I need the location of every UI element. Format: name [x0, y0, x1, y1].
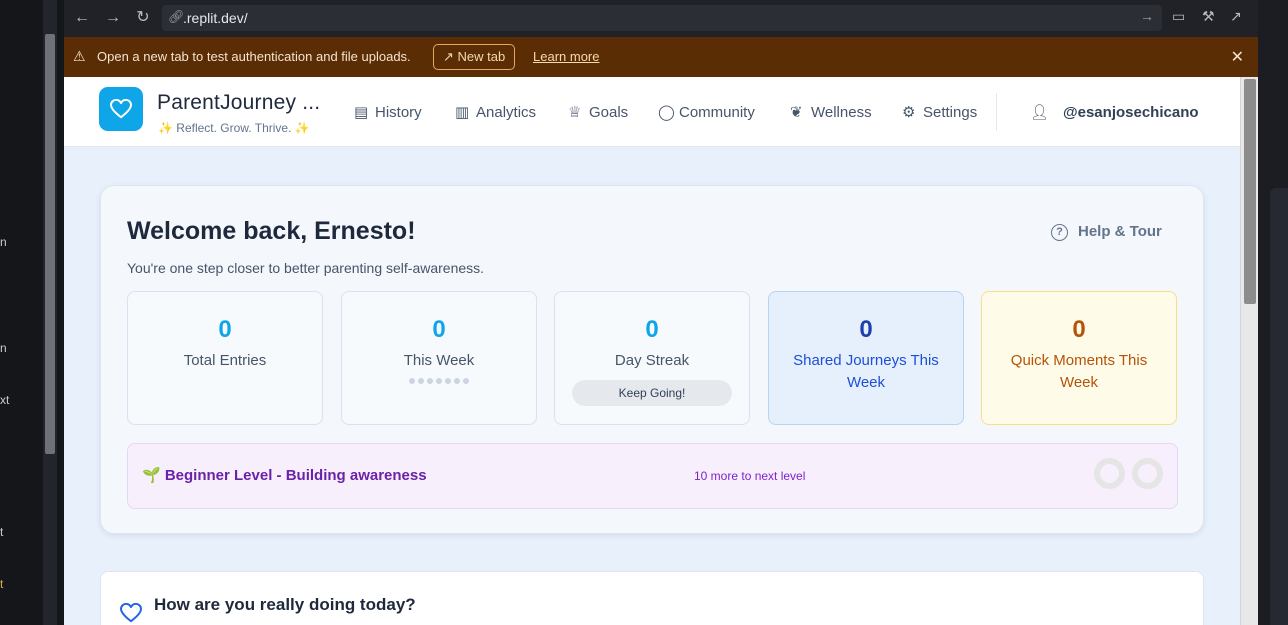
mood-check-card: How are you really doing today? [100, 571, 1204, 625]
nav-label: Wellness [811, 104, 872, 121]
stat-quick-moments: 0 Quick Moments This Week [981, 291, 1177, 425]
welcome-card: Welcome back, Ernesto! You're one step c… [100, 185, 1204, 534]
nav-analytics[interactable]: ▥ Analytics [455, 103, 536, 123]
url-text[interactable]: .replit.dev/ [183, 10, 248, 26]
left-pane-text: n [0, 235, 7, 249]
stat-label: Total Entries [183, 352, 267, 369]
progress-ring [1132, 458, 1163, 489]
gear-icon: ⚙ [902, 104, 916, 121]
nav-label: Goals [589, 104, 629, 121]
archive-icon: ▤ [354, 104, 369, 121]
nav-divider [996, 93, 997, 131]
nav-community[interactable]: ◯ Community [658, 103, 755, 123]
mood-title: How are you really doing today? [154, 595, 416, 614]
progress-ring [1094, 458, 1125, 489]
nav-wellness[interactable]: ❦ Wellness [790, 103, 872, 123]
stat-value: 0 [1072, 316, 1086, 343]
open-external-icon[interactable]: ↗ [1230, 8, 1242, 25]
nav-label: History [375, 104, 422, 121]
nav-label: Analytics [476, 104, 537, 121]
week-day-dots [342, 378, 536, 384]
heart-logo[interactable] [99, 87, 143, 131]
stat-value: 0 [645, 316, 659, 343]
go-arrow-icon[interactable]: → [1140, 8, 1154, 24]
bar-chart-icon: ▥ [455, 104, 470, 121]
url-bar[interactable]: 🔗︎ .replit.dev/ → [162, 5, 1162, 31]
right-side-pane [1258, 0, 1288, 625]
welcome-subtitle: You're one step closer to better parenti… [127, 260, 485, 276]
heart-icon [110, 99, 132, 119]
browser-toolbar: ← → ↻ 🔗︎ .replit.dev/ → ▭ ⚒ ↗ [64, 0, 1258, 37]
stat-shared-journeys: 0 Shared Journeys This Week [768, 291, 964, 425]
question-circle-icon: ? [1051, 224, 1068, 241]
stat-label: Quick Moments This Week [1010, 352, 1148, 391]
leaf-icon: ❦ [790, 104, 803, 121]
warning-icon: ⚠ [73, 48, 86, 64]
stat-this-week: 0 This Week [341, 291, 537, 425]
stat-label: Day Streak [614, 352, 690, 369]
stat-label: This Week [403, 352, 475, 369]
level-progress-bar: 🌱 Beginner Level - Building awareness 10… [127, 443, 1178, 509]
learn-more-link[interactable]: Learn more [533, 49, 599, 64]
chat-bubble-icon: ◯ [658, 104, 675, 121]
app-viewport: ParentJourney ... ✨ Reflect. Grow. Thriv… [64, 77, 1240, 625]
left-pane-text: n [0, 341, 7, 355]
app-scrollbar-thumb[interactable] [1244, 79, 1256, 304]
stat-total-entries: 0 Total Entries [127, 291, 323, 425]
help-tour-label: Help & Tour [1078, 223, 1162, 240]
stat-value: 0 [218, 316, 232, 343]
brand-tagline: ✨ Reflect. Grow. Thrive. ✨ [158, 121, 310, 135]
username[interactable]: @esanjosechicano [1063, 104, 1199, 121]
nav-label: Settings [923, 104, 978, 121]
banner-message: Open a new tab to test authentication an… [97, 49, 411, 64]
trophy-icon: ♕ [568, 104, 582, 121]
app-scrollbar[interactable] [1240, 77, 1258, 625]
brand-title[interactable]: ParentJourney ... [157, 91, 320, 115]
left-pane-text: t [0, 577, 4, 591]
right-side-panel [1270, 188, 1288, 625]
stat-day-streak: 0 Day Streak Keep Going! [554, 291, 750, 425]
stat-value: 0 [432, 316, 446, 343]
help-tour-button[interactable]: ? Help & Tour [1051, 223, 1162, 241]
nav-label: Community [679, 104, 755, 121]
forward-arrow-icon[interactable]: → [103, 8, 123, 28]
back-arrow-icon[interactable]: ← [72, 8, 92, 28]
heart-icon [120, 603, 142, 623]
stat-label: Shared Journeys This Week [793, 352, 939, 391]
stat-value: 0 [859, 316, 873, 343]
welcome-title: Welcome back, Ernesto! [127, 217, 416, 245]
wrench-icon[interactable]: ⚒ [1202, 8, 1215, 25]
left-pane-scrollbar-thumb[interactable] [45, 34, 55, 454]
close-icon[interactable]: ✕ [1231, 47, 1244, 67]
auth-warning-banner: ⚠ Open a new tab to test authentication … [64, 37, 1258, 77]
open-external-icon: ↗ [443, 49, 458, 64]
new-tab-label: New tab [457, 49, 506, 64]
devices-icon[interactable]: ▭ [1172, 8, 1185, 25]
nav-goals[interactable]: ♕ Goals [568, 103, 628, 123]
app-header: ParentJourney ... ✨ Reflect. Grow. Thriv… [64, 77, 1240, 147]
left-editor-pane: n n xt t t [0, 0, 64, 625]
keep-going-badge: Keep Going! [572, 380, 732, 406]
reload-icon[interactable]: ↻ [133, 8, 153, 28]
left-pane-text: xt [0, 393, 10, 407]
nav-history[interactable]: ▤ History [354, 103, 422, 123]
nav-settings[interactable]: ⚙ Settings [902, 103, 977, 123]
user-icon[interactable]: 👤︎ [1030, 103, 1049, 121]
left-pane-text: t [0, 525, 4, 539]
new-tab-button[interactable]: ↗ New tab [433, 44, 516, 70]
level-name: 🌱 Beginner Level - Building awareness [142, 467, 427, 484]
level-next-text: 10 more to next level [694, 469, 806, 483]
